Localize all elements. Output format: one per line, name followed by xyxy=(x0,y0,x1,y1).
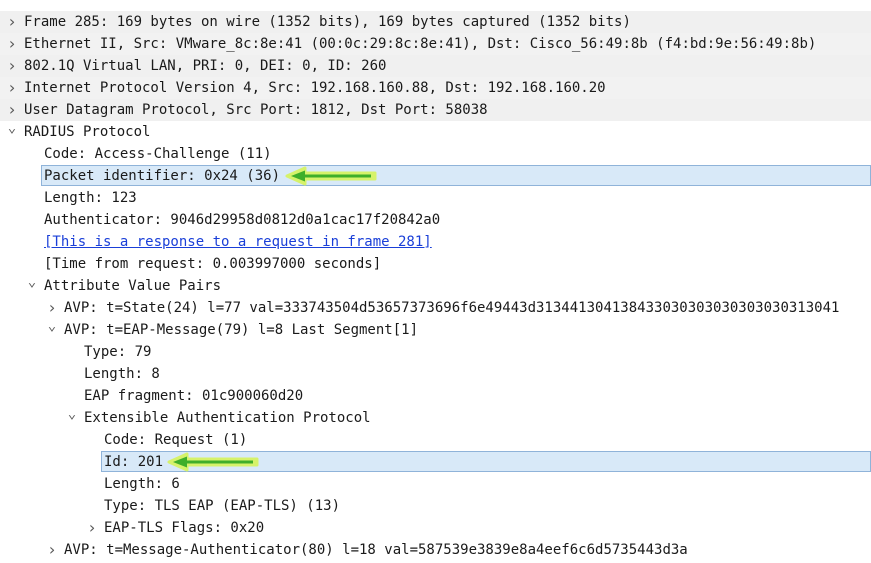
tree-row-label: Frame 285: 169 bytes on wire (1352 bits)… xyxy=(24,14,631,30)
tree-row-label: RADIUS Protocol xyxy=(24,124,151,140)
tree-row[interactable]: ⌄ AVP: t=EAP-Message(79) l=8 Last Segment… xyxy=(0,319,871,341)
tree-row[interactable]: Length: 123 xyxy=(0,187,871,209)
tree-row-label: AVP: t=EAP-Message(79) l=8 Last Segment[… xyxy=(64,322,419,338)
chevron-down-icon[interactable]: ⌄ xyxy=(5,121,19,143)
green-arrow-icon xyxy=(285,166,377,186)
tree-row-label: Id: 201 xyxy=(104,454,164,470)
chevron-right-icon[interactable]: › xyxy=(5,99,19,121)
tree-row[interactable]: Type: 79 xyxy=(0,341,871,363)
chevron-right-icon[interactable]: › xyxy=(45,539,59,561)
tree-row-label: Authenticator: 9046d29958d0812d0a1cac17f… xyxy=(44,212,441,228)
tree-row[interactable]: Length: 8 xyxy=(0,363,871,385)
tree-row-label: Type: 79 xyxy=(84,344,152,360)
tree-row[interactable]: Code: Request (1) xyxy=(0,429,871,451)
tree-row-label: Internet Protocol Version 4, Src: 192.16… xyxy=(24,80,606,96)
tree-row[interactable]: Code: Access-Challenge (11) xyxy=(0,143,871,165)
tree-row[interactable]: › AVP: t=Message-Authenticator(80) l=18 v… xyxy=(0,539,871,561)
tree-row[interactable]: Id: 201 xyxy=(0,451,871,473)
chevron-right-icon[interactable]: › xyxy=(85,517,99,539)
tree-row-label: [Time from request: 0.003997000 seconds] xyxy=(44,256,382,272)
tree-row[interactable]: Length: 6 xyxy=(0,473,871,495)
chevron-right-icon[interactable]: › xyxy=(45,297,59,319)
green-arrow-icon xyxy=(167,452,259,472)
tree-row-label: Attribute Value Pairs xyxy=(44,278,222,294)
tree-row-label: Packet identifier: 0x24 (36) xyxy=(44,168,281,184)
tree-row[interactable]: Authenticator: 9046d29958d0812d0a1cac17f… xyxy=(0,209,871,231)
tree-row[interactable]: Packet identifier: 0x24 (36) xyxy=(0,165,871,187)
tree-row-label: Type: TLS EAP (EAP-TLS) (13) xyxy=(104,498,341,514)
tree-row[interactable]: › Internet Protocol Version 4, Src: 192.1… xyxy=(0,77,871,99)
chevron-down-icon[interactable]: ⌄ xyxy=(45,319,59,341)
tree-row[interactable]: Type: TLS EAP (EAP-TLS) (13) xyxy=(0,495,871,517)
tree-row[interactable]: [Time from request: 0.003997000 seconds] xyxy=(0,253,871,275)
tree-row[interactable]: › AVP: t=State(24) l=77 val=333743504d536… xyxy=(0,297,871,319)
tree-row-label: EAP fragment: 01c900060d20 xyxy=(84,388,304,404)
tree-row-label: User Datagram Protocol, Src Port: 1812, … xyxy=(24,102,488,118)
chevron-down-icon[interactable]: ⌄ xyxy=(25,275,39,297)
packet-details-tree: › Frame 285: 169 bytes on wire (1352 bits… xyxy=(0,0,871,563)
tree-row-label: 802.1Q Virtual LAN, PRI: 0, DEI: 0, ID: … xyxy=(24,58,387,74)
tree-row[interactable]: [This is a response to a request in fram… xyxy=(0,231,871,253)
tree-row[interactable]: › Ethernet II, Src: VMware_8c:8e:41 (00:0… xyxy=(0,33,871,55)
tree-row[interactable]: › User Datagram Protocol, Src Port: 1812,… xyxy=(0,99,871,121)
chevron-right-icon[interactable]: › xyxy=(5,55,19,77)
tree-row-label: Extensible Authentication Protocol xyxy=(84,410,371,426)
chevron-right-icon[interactable]: › xyxy=(5,77,19,99)
tree-row[interactable]: › Frame 285: 169 bytes on wire (1352 bits… xyxy=(0,11,871,33)
tree-row[interactable]: ⌄ Attribute Value Pairs xyxy=(0,275,871,297)
tree-row-label: EAP-TLS Flags: 0x20 xyxy=(104,520,265,536)
tree-row-label: AVP: t=Message-Authenticator(80) l=18 va… xyxy=(64,542,688,558)
request-frame-link[interactable]: [This is a response to a request in fram… xyxy=(44,231,432,253)
tree-row[interactable]: › 802.1Q Virtual LAN, PRI: 0, DEI: 0, ID:… xyxy=(0,55,871,77)
tree-row[interactable]: › EAP-TLS Flags: 0x20 xyxy=(0,517,871,539)
tree-row-label: Code: Request (1) xyxy=(104,432,248,448)
tree-row-label: AVP: t=State(24) l=77 val=333743504d5365… xyxy=(64,300,840,316)
chevron-right-icon[interactable]: › xyxy=(5,33,19,55)
tree-row-label: Length: 123 xyxy=(44,190,137,206)
tree-row[interactable]: ⌄ RADIUS Protocol xyxy=(0,121,871,143)
tree-row[interactable]: ⌄ Extensible Authentication Protocol xyxy=(0,407,871,429)
tree-row-label: Length: 6 xyxy=(104,476,180,492)
tree-row-label: Ethernet II, Src: VMware_8c:8e:41 (00:0c… xyxy=(24,36,817,52)
chevron-right-icon[interactable]: › xyxy=(5,11,19,33)
tree-row[interactable]: EAP fragment: 01c900060d20 xyxy=(0,385,871,407)
tree-row-label: Code: Access-Challenge (11) xyxy=(44,146,272,162)
chevron-down-icon[interactable]: ⌄ xyxy=(65,407,79,429)
tree-row-label: Length: 8 xyxy=(84,366,160,382)
